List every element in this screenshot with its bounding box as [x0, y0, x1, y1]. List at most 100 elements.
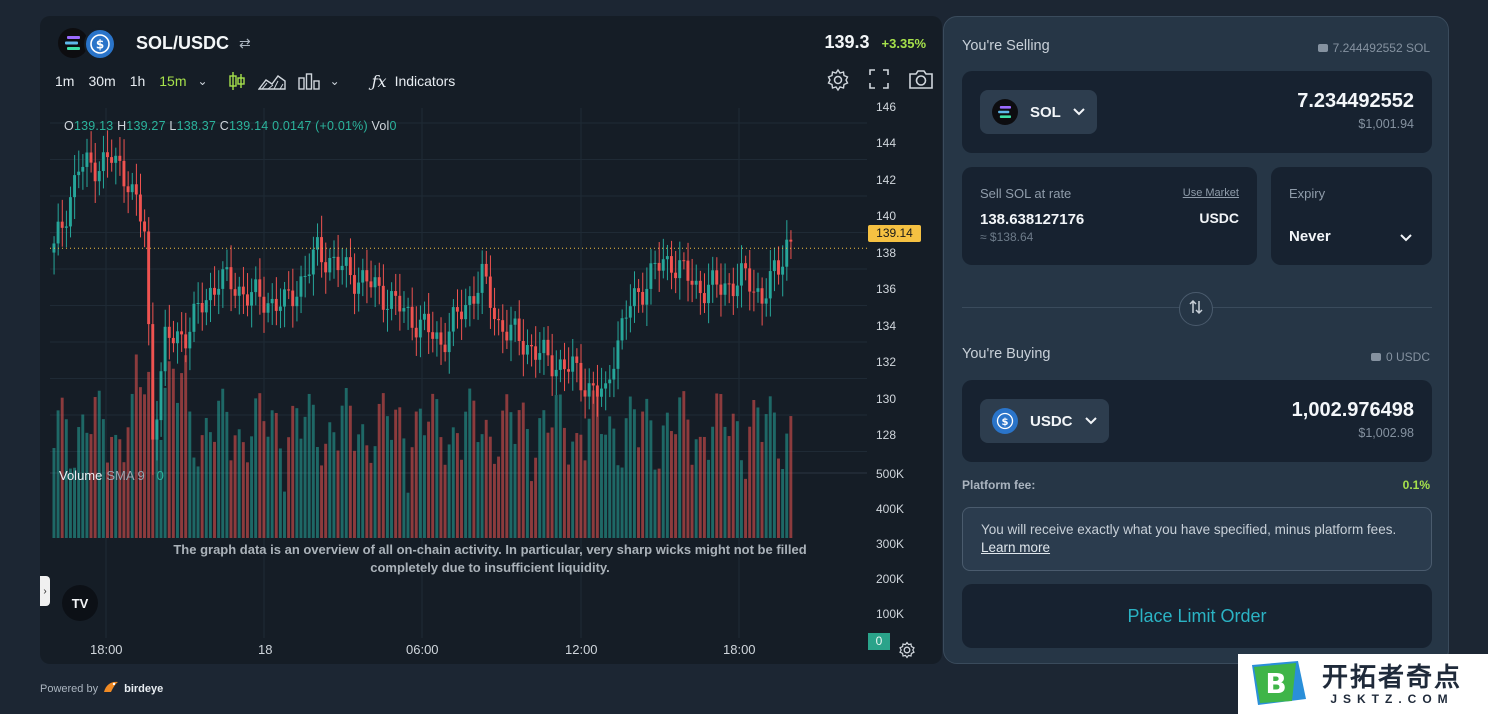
sell-token-select[interactable]: SOL [980, 90, 1097, 134]
candle-body [674, 272, 678, 279]
indicators-label: Indicators [394, 73, 456, 89]
rate-input[interactable]: 138.638127176 [980, 211, 1084, 228]
candle-body [56, 221, 60, 244]
candles-icon[interactable] [228, 71, 246, 91]
swap-arrows-icon [1188, 299, 1204, 320]
candle-body [361, 270, 365, 283]
candle-body [472, 296, 476, 304]
volume-bar [250, 436, 254, 538]
chart-type-chevron-down-icon[interactable]: ⌄ [330, 74, 340, 88]
volume-legend: Volume SMA 90 [59, 468, 164, 483]
svg-text:B: B [1265, 667, 1286, 700]
rate-unit: USDC [1199, 210, 1239, 226]
candle-body [237, 286, 241, 296]
time-axis-settings-icon[interactable] [898, 641, 916, 664]
volume-bar [258, 393, 262, 538]
candle-body [530, 345, 533, 347]
use-market-link[interactable]: Use Market [1183, 187, 1239, 199]
volume-bar [237, 429, 241, 538]
candle-body [649, 263, 653, 289]
timeframe-chevron-down-icon[interactable]: ⌄ [198, 74, 208, 88]
volume-last-tag: 0 [868, 633, 890, 650]
selling-balance: 7.244492552 SOL [1317, 41, 1430, 55]
time-label: 18 [258, 642, 273, 657]
indicators-button[interactable]: ƒx Indicators [372, 72, 456, 91]
volume-bar [270, 410, 274, 538]
volume-bar [138, 387, 142, 538]
volume-bar [97, 390, 101, 538]
area-chart-icon[interactable] [257, 72, 286, 90]
rate-card: Sell SOL at rate Use Market 138.63812717… [962, 167, 1257, 265]
candle-body [258, 279, 262, 297]
sell-amount-input[interactable]: 7.234492552 [1297, 90, 1414, 113]
volume-bar [587, 418, 591, 538]
flip-tokens-button[interactable] [1179, 292, 1213, 326]
candle-body [653, 262, 657, 264]
timeframe-1m[interactable]: 1m [48, 73, 81, 89]
info-text: You will receive exactly what you have s… [981, 522, 1397, 537]
candle-body [126, 186, 130, 193]
settings-gear-icon[interactable] [826, 68, 850, 97]
candle-body [670, 256, 673, 273]
candle-body [542, 339, 546, 354]
candle-body [756, 288, 760, 292]
timeframe-15m[interactable]: 15m [152, 73, 193, 89]
volume-bar [505, 394, 509, 538]
pair-name[interactable]: SOL/USDC [136, 33, 229, 54]
chart-toolbar: 1m 30m 1h 15m ⌄ ⌄ ƒx Indicators [48, 68, 455, 94]
candle-body [291, 290, 295, 307]
sidebar-toggle-handle[interactable]: › [40, 576, 50, 606]
price-change: +3.35% [881, 36, 926, 51]
swap-pair-icon[interactable]: ⇄ [239, 35, 251, 52]
volume-bar [637, 447, 640, 538]
pair-header: $ SOL/USDC ⇄ [56, 26, 251, 60]
volume-bar [748, 426, 752, 538]
watermark: B 开拓者奇点 JSKTZ.COM [1238, 654, 1488, 714]
selling-label: You're Selling [962, 38, 1050, 54]
volume-bar [558, 394, 562, 538]
camera-icon[interactable] [908, 68, 934, 97]
volume-bar [624, 418, 628, 538]
candle-body [143, 221, 146, 232]
candle-body [715, 270, 719, 285]
candle-body [381, 285, 385, 310]
volume-bar [385, 416, 389, 538]
buy-token-select[interactable]: $ USDC [980, 399, 1109, 443]
birdeye-link[interactable]: birdeye [124, 683, 163, 695]
expiry-select[interactable]: Expiry Never [1271, 167, 1432, 265]
candle-body [595, 385, 599, 397]
tradingview-logo[interactable]: TV [62, 585, 98, 621]
candle-body [567, 369, 570, 372]
learn-more-link[interactable]: Learn more [981, 540, 1050, 555]
volume-bar [517, 410, 521, 538]
volume-bar [134, 354, 138, 538]
volume-bar [390, 439, 393, 538]
usdc-token-icon: $ [84, 28, 116, 60]
volume-bar [278, 448, 282, 538]
candle-body [727, 283, 731, 285]
time-axis[interactable]: 18:00 18 06:00 12:00 18:00 [50, 640, 867, 660]
place-limit-order-button[interactable]: Place Limit Order [962, 584, 1432, 648]
volume-bar [204, 417, 208, 538]
limit-order-panel: You're Selling 7.244492552 SOL SOL 7.234… [943, 16, 1449, 664]
volume-bar [661, 425, 665, 538]
volume-bar [344, 388, 348, 538]
last-price: 139.3 [824, 32, 870, 52]
candle-body [764, 298, 768, 304]
price-axis[interactable]: 146 144 142 140 138 136 134 132 130 128 … [868, 100, 942, 478]
info-box: You will receive exactly what you have s… [962, 507, 1432, 571]
buy-amount-output[interactable]: 1,002.976498 [1292, 399, 1414, 422]
timeframe-1h[interactable]: 1h [123, 73, 153, 89]
volume-bar [130, 393, 134, 538]
volume-axis[interactable]: 500K 400K 300K 200K 100K 0 [868, 467, 942, 652]
fullscreen-icon[interactable] [868, 68, 890, 97]
candle-body [188, 331, 192, 349]
volume-bar [163, 387, 167, 538]
volume-bar [196, 466, 200, 538]
timeframe-30m[interactable]: 30m [81, 73, 122, 89]
volume-bar [715, 393, 719, 538]
bar-chart-icon[interactable] [297, 72, 320, 90]
candle-body [200, 302, 204, 313]
candle-body [657, 262, 661, 271]
candle-body [447, 331, 451, 353]
